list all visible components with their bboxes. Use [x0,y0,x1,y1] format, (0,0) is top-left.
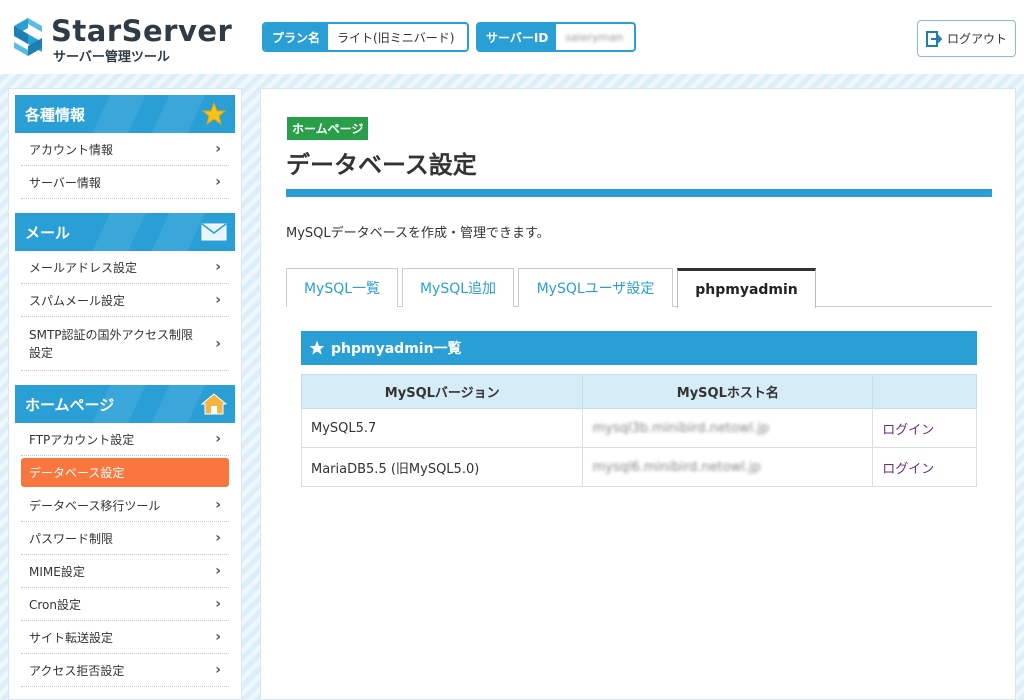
cell-version: MySQL5.7 [300,408,584,448]
login-link[interactable]: ログイン [872,447,977,487]
tab-mysql-add[interactable]: MySQL追加 [402,268,514,307]
sidebar-item-access-deny[interactable]: アクセス拒否設定 › [21,654,229,687]
page-description: MySQLデータベースを作成・管理できます。 [286,226,550,241]
sidebar-item-label: Cron設定 [29,597,81,612]
cell-version: MariaDB5.5 (旧MySQL5.0) [300,447,584,487]
chevron-right-icon: › [215,292,221,308]
sidebar-item-database-settings[interactable]: データベース設定› [21,458,229,487]
star-icon [201,102,227,126]
sidebar-item-cron[interactable]: Cron設定 › [21,588,229,621]
sidebar-item-label: データベース移行ツール [29,498,161,513]
sidebar-section-title: 各種情報 [25,105,86,124]
table-row: MySQL5.7 mysql3b.minibird.netowl.jp ログイン [300,408,977,448]
server-id-box: サーバーID saleryman [476,22,636,52]
chevron-right-icon: › [215,530,221,546]
sidebar-section-title: ホームページ [25,395,115,414]
chevron-right-icon: › [215,431,221,447]
column-header-action [872,374,977,409]
chevron-right-icon: › [215,662,221,678]
sidebar-item-server-info[interactable]: サーバー情報 › [21,166,229,199]
cell-host: mysql6.minibird.netowl.jp [582,447,874,487]
sidebar-item-label: アクセス拒否設定 [29,663,125,678]
sidebar-item-password-restriction[interactable]: パスワード制限 › [21,522,229,555]
sidebar-section-homepage: ホームページ [15,385,235,423]
sidebar-item-mail-address[interactable]: メールアドレス設定 › [21,251,229,284]
sidebar-item-account-info[interactable]: アカウント情報 › [21,133,229,166]
column-header-host: MySQLホスト名 [582,374,874,409]
sidebar-item-label: パスワード制限 [29,531,114,546]
sidebar-item-smtp-restriction[interactable]: SMTP認証の国外アクセス制限設定 › [21,317,229,371]
panel-header: phpmyadmin一覧 [301,331,977,365]
category-badge: ホームページ [287,117,369,140]
plan-label: プラン名 [264,24,329,50]
sidebar-section-title: メール [25,223,71,242]
sidebar-item-label: MIME設定 [29,564,85,579]
sidebar: 各種情報 アカウント情報 › サーバー情報 › メール メールアドレス設定 › スパム… [8,88,242,700]
sidebar-item-site-redirect[interactable]: サイト転送設定 › [21,621,229,654]
sidebar-item-mime[interactable]: MIME設定 › [21,555,229,588]
sidebar-item-ftp-account[interactable]: FTPアカウント設定 › [21,423,229,456]
sidebar-item-label: データベース設定 [29,466,125,480]
server-id-label: サーバーID [478,24,557,50]
server-id-value: saleryman [565,30,624,44]
logout-icon [925,30,942,47]
tab-mysql-list[interactable]: MySQL一覧 [286,268,398,307]
chevron-right-icon: › [215,335,221,352]
plan-box: プラン名 ライト(旧ミニバード) [262,22,469,52]
sidebar-section-info: 各種情報 [15,95,235,133]
logo-subtitle: サーバー管理ツール [53,50,170,65]
house-icon [201,392,227,416]
logo-title: StarServer [51,14,233,48]
tab-mysql-user-settings[interactable]: MySQLユーザ設定 [518,268,673,307]
star-icon [309,340,325,355]
sidebar-item-label: スパムメール設定 [29,293,126,308]
chevron-right-icon: › [215,596,221,612]
starserver-logo-icon [14,18,42,56]
phpmyadmin-table: MySQLバージョン MySQLホスト名 MySQL5.7 mysql3b.mi… [300,374,977,487]
sidebar-item-spam-mail[interactable]: スパムメール設定 › [21,284,229,317]
sidebar-item-label: FTPアカウント設定 [29,432,135,447]
panel-title: phpmyadmin一覧 [331,341,462,357]
page-title: データベース設定 [286,151,477,179]
sidebar-item-label: メールアドレス設定 [29,260,138,275]
sidebar-item-database-migration[interactable]: データベース移行ツール › [21,489,229,522]
cell-host: mysql3b.minibird.netowl.jp [582,408,874,448]
logo[interactable]: StarServer サーバー管理ツール [8,10,232,65]
sidebar-item-label: サーバー情報 [29,175,101,190]
header: StarServer サーバー管理ツール プラン名 ライト(旧ミニバード) サー… [0,0,1024,74]
column-header-version: MySQLバージョン [300,374,584,409]
chevron-right-icon: › [215,629,221,645]
sidebar-section-mail: メール [15,213,235,251]
tab-bar: MySQL一覧 MySQL追加 MySQLユーザ設定 phpmyadmin [286,268,992,308]
sidebar-item-label: サイト転送設定 [29,630,114,645]
tab-phpmyadmin[interactable]: phpmyadmin [677,268,816,308]
sidebar-item-label: アカウント情報 [29,142,114,157]
chevron-right-icon: › [215,141,221,157]
chevron-right-icon: › [215,497,221,513]
main-content: ホームページ データベース設定 MySQLデータベースを作成・管理できます。 M… [260,88,1016,700]
chevron-right-icon: › [215,563,221,579]
sidebar-item-label: SMTP認証の国外アクセス制限設定 [29,327,193,360]
logout-button[interactable]: ログアウト [917,20,1016,57]
login-link[interactable]: ログイン [872,408,977,448]
envelope-icon [201,220,227,244]
table-header-row: MySQLバージョン MySQLホスト名 [300,374,977,409]
chevron-right-icon: › [215,174,221,190]
title-underline [286,189,992,197]
chevron-right-icon: › [215,259,221,275]
table-row: MariaDB5.5 (旧MySQL5.0) mysql6.minibird.n… [300,447,977,487]
logout-label: ログアウト [946,32,1007,46]
plan-value: ライト(旧ミニバード) [337,30,455,45]
